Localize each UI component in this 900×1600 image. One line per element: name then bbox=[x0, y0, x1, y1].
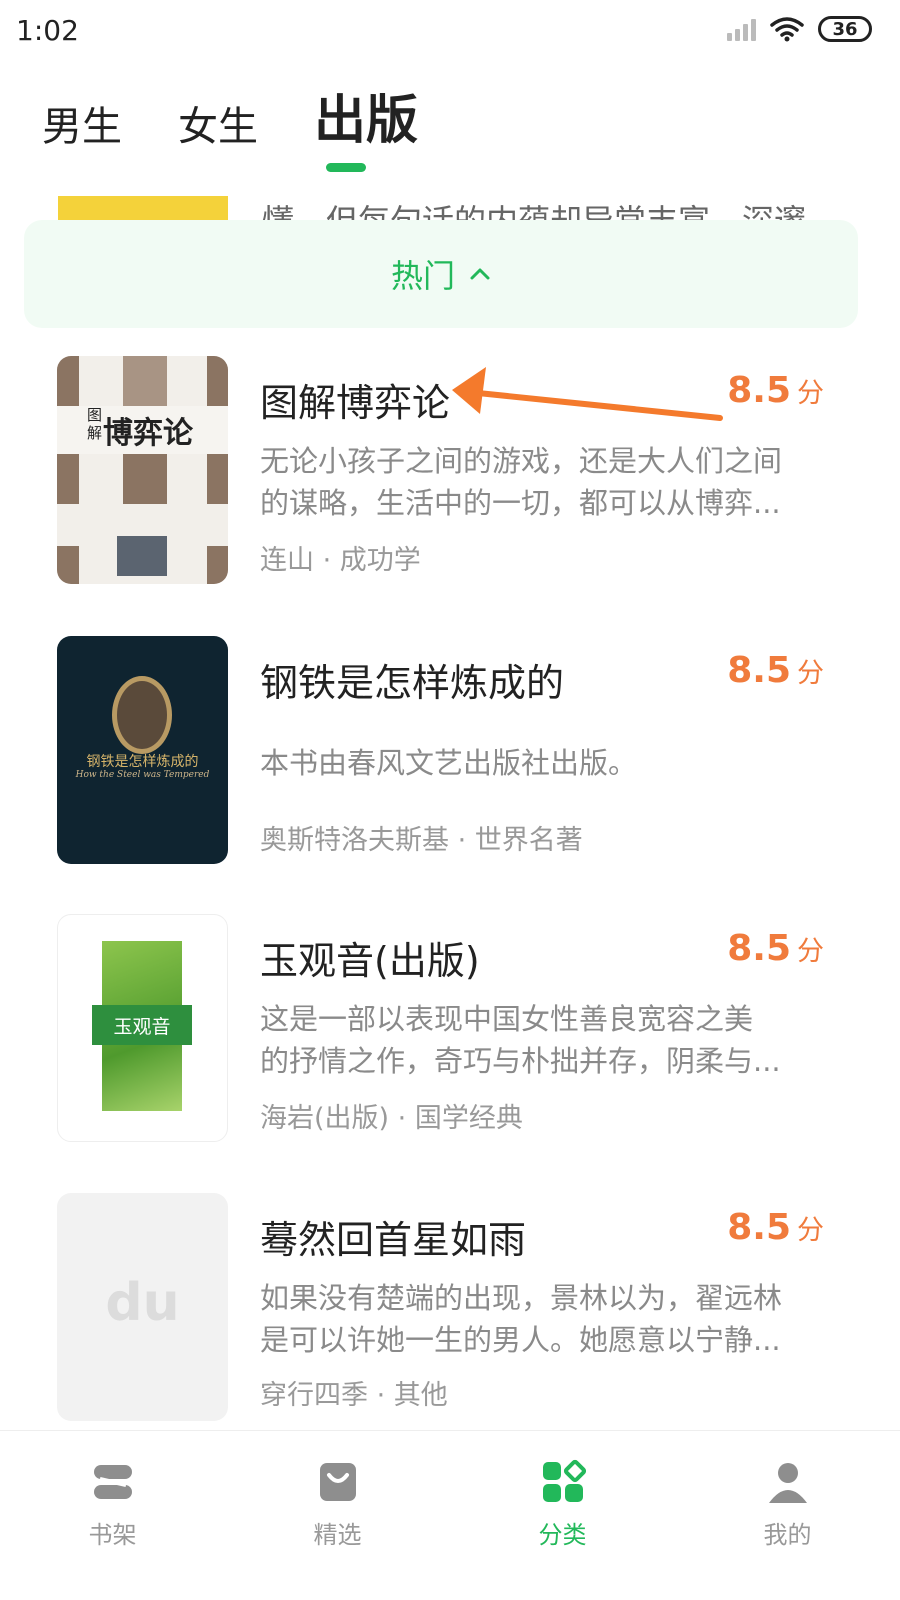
nav-featured[interactable]: 精选 bbox=[225, 1431, 450, 1600]
book-meta: 奥斯特洛夫斯基 · 世界名著 bbox=[260, 825, 583, 856]
book-cover: 钢铁是怎样炼成的 How the Steel was Tempered bbox=[57, 636, 228, 864]
cover-subtitle: How the Steel was Tempered bbox=[75, 770, 210, 780]
profile-icon bbox=[768, 1463, 807, 1503]
featured-bag-icon bbox=[319, 1463, 356, 1501]
score-value: 8.5 bbox=[727, 650, 791, 691]
book-item[interactable]: 玉观音 玉观音(出版) 8.5 分 这是一部以表现中国女性善良宽容之美 的抒情之… bbox=[0, 914, 900, 1154]
score-value: 8.5 bbox=[727, 928, 791, 969]
book-item[interactable]: du 蓦然回首星如雨 8.5 分 如果没有楚端的出现，景林以为，翟远林 是可以许… bbox=[0, 1193, 900, 1433]
book-item[interactable]: 钢铁是怎样炼成的 How the Steel was Tempered 钢铁是怎… bbox=[0, 636, 900, 876]
category-grid-icon bbox=[542, 1459, 586, 1502]
nav-category[interactable]: 分类 bbox=[450, 1431, 675, 1600]
book-score: 8.5 分 bbox=[727, 1207, 824, 1248]
score-value: 8.5 bbox=[727, 1207, 791, 1248]
cover-title: 玉观音 bbox=[113, 1016, 171, 1038]
nav-label: 分类 bbox=[538, 1521, 587, 1549]
book-description: 如果没有楚端的出现，景林以为，翟远林 是可以许她一生的男人。她愿意以宁静... bbox=[260, 1281, 783, 1357]
nav-label: 书架 bbox=[88, 1521, 137, 1549]
book-meta: 穿行四季 · 其他 bbox=[260, 1380, 448, 1411]
bookshelf-icon bbox=[93, 1465, 132, 1499]
bottom-nav: 书架 精选 分类 我的 bbox=[0, 1430, 900, 1600]
nav-label: 精选 bbox=[313, 1521, 362, 1549]
cover-medallion bbox=[112, 676, 172, 754]
book-title: 钢铁是怎样炼成的 bbox=[260, 661, 565, 705]
book-cover-placeholder: du bbox=[57, 1193, 228, 1421]
book-description: 本书由春风文艺出版社出版。 bbox=[260, 746, 638, 780]
score-unit: 分 bbox=[797, 936, 824, 967]
book-title: 蓦然回首星如雨 bbox=[260, 1218, 527, 1262]
book-title: 玉观音(出版) bbox=[260, 939, 480, 983]
placeholder-logo: du bbox=[105, 1273, 180, 1333]
book-score: 8.5 分 bbox=[727, 928, 824, 969]
nav-label: 我的 bbox=[763, 1521, 812, 1549]
nav-profile[interactable]: 我的 bbox=[675, 1431, 900, 1600]
book-description: 这是一部以表现中国女性善良宽容之美 的抒情之作，奇巧与朴拙并存，阴柔与... bbox=[260, 1002, 781, 1078]
cover-title: 钢铁是怎样炼成的 bbox=[86, 754, 199, 770]
book-score: 8.5 分 bbox=[727, 650, 824, 691]
book-meta: 海岩(出版) · 国学经典 bbox=[260, 1103, 523, 1134]
nav-bookshelf[interactable]: 书架 bbox=[0, 1431, 225, 1600]
score-unit: 分 bbox=[797, 1215, 824, 1246]
book-cover: 玉观音 bbox=[57, 914, 228, 1142]
score-unit: 分 bbox=[797, 658, 824, 689]
